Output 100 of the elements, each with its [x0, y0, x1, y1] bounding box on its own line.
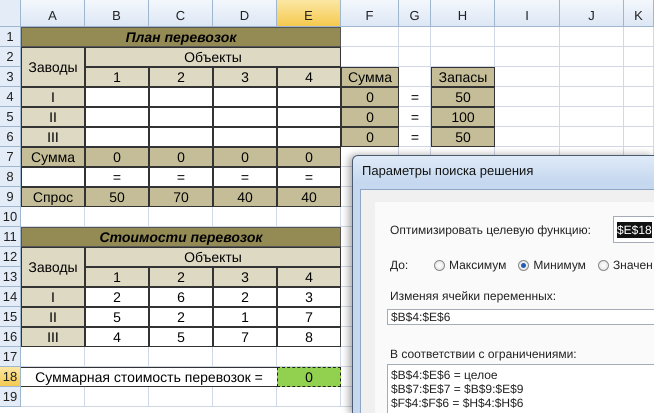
table-cell [213, 107, 277, 127]
radio-icon[interactable] [434, 260, 445, 270]
radio-option[interactable]: Минимум [518, 258, 586, 272]
row-header[interactable]: 19 [0, 387, 21, 407]
row-header[interactable]: 18 [0, 367, 21, 387]
table-cell: I [21, 87, 85, 107]
table-cell: 6 [149, 287, 213, 307]
row-header[interactable]: 11 [0, 227, 21, 247]
table-cell: 50 [431, 87, 495, 107]
radio-icon[interactable] [598, 260, 609, 270]
table-cell: 50 [85, 187, 149, 207]
input-field[interactable]: $E$18 [613, 216, 654, 243]
table-cell [277, 107, 341, 127]
table-cell: 2 [213, 287, 277, 307]
row-header[interactable]: 5 [0, 107, 21, 127]
table-cell: II [21, 107, 85, 127]
table-cell: Суммарная стоимость перевозок = [21, 367, 277, 387]
row-header[interactable]: 10 [0, 207, 21, 227]
column-header[interactable]: H [431, 0, 495, 27]
table-cell: 7 [213, 327, 277, 347]
table-cell: Заводы [21, 247, 85, 287]
row-header[interactable]: 13 [0, 267, 21, 287]
row-header[interactable]: 1 [0, 27, 21, 47]
row-header[interactable]: 16 [0, 327, 21, 347]
row-header[interactable]: 4 [0, 87, 21, 107]
table-cell [21, 167, 85, 187]
row-header[interactable]: 15 [0, 307, 21, 327]
column-header[interactable]: E [277, 0, 341, 27]
row-header[interactable]: 8 [0, 167, 21, 187]
table-title: Стоимости перевозок [21, 227, 341, 247]
column-header[interactable]: D [213, 0, 277, 27]
radio-option[interactable]: Значен [598, 258, 653, 272]
column-header[interactable]: B [85, 0, 149, 27]
table-cell [85, 87, 149, 107]
column-header[interactable]: F [341, 0, 399, 27]
row-header[interactable]: 6 [0, 127, 21, 147]
list-item[interactable]: $B$7:$E$7 = $B$9:$E$9 [391, 382, 654, 396]
table-cell: 50 [431, 127, 495, 147]
table-cell: 4 [85, 327, 149, 347]
table-cell: 2 [149, 267, 213, 287]
column-header[interactable]: A [21, 0, 85, 27]
table-cell: Сумма [21, 147, 85, 167]
table-cell: 8 [277, 327, 341, 347]
field-label: В соответствии с ограничениями: [389, 347, 578, 361]
table-cell-text: = [410, 108, 420, 127]
table-cell: 2 [149, 67, 213, 87]
field-label: До: [389, 258, 410, 272]
table-cell: III [21, 127, 85, 147]
table-cell: = [85, 167, 149, 187]
table-cell: Запасы [431, 67, 495, 87]
column-header[interactable]: I [495, 0, 560, 27]
column-header[interactable]: K [624, 0, 654, 27]
row-header[interactable]: 17 [0, 347, 21, 367]
table-cell: Объекты [85, 47, 341, 67]
radio-option[interactable]: Максимум [434, 258, 506, 272]
row-header[interactable]: 7 [0, 147, 21, 167]
table-cell: 4 [277, 67, 341, 87]
row-header[interactable]: 12 [0, 247, 21, 267]
table-cell: II [21, 307, 85, 327]
row-header[interactable]: 2 [0, 47, 21, 67]
table-cell: 3 [213, 67, 277, 87]
table-cell: 0 [341, 107, 399, 127]
table-cell: Объекты [85, 247, 341, 267]
table-cell: 1 [213, 307, 277, 327]
table-cell [277, 87, 341, 107]
result-cell: 0 [277, 367, 341, 387]
table-cell: 0 [149, 147, 213, 167]
table-cell: 4 [277, 267, 341, 287]
table-cell: III [21, 327, 85, 347]
table-cell: 2 [149, 307, 213, 327]
table-cell-text: = [410, 128, 420, 147]
list-item[interactable]: $B$4:$E$6 = целое [391, 368, 654, 382]
field-label: Оптимизировать целевую функцию: [389, 222, 592, 236]
radio-icon[interactable] [518, 260, 530, 270]
input-field[interactable]: $B$4:$E$6 [387, 309, 654, 325]
list-item[interactable]: $F$4:$F$6 = $H$4:$H$6 [391, 396, 654, 410]
column-header[interactable]: J [560, 0, 624, 27]
table-cell: 1 [85, 67, 149, 87]
row-header[interactable]: 14 [0, 287, 21, 307]
row-header[interactable]: 3 [0, 67, 21, 87]
table-cell: 2 [85, 287, 149, 307]
table-cell [149, 107, 213, 127]
select-all-button[interactable] [0, 0, 21, 27]
column-header[interactable]: C [149, 0, 213, 27]
table-cell: 3 [213, 267, 277, 287]
table-cell: 1 [85, 267, 149, 287]
table-cell [149, 87, 213, 107]
table-cell [85, 127, 149, 147]
table-cell: 5 [149, 327, 213, 347]
table-cell [85, 107, 149, 127]
table-cell [149, 127, 213, 147]
window-title: Параметры поиска решения [353, 156, 654, 184]
table-cell: 0 [341, 127, 399, 147]
constraints-list[interactable]: $B$4:$E$6 = целое $B$7:$E$7 = $B$9:$E$9 $F$4:$F$6 = $H$4:$H$6 [387, 364, 654, 413]
field-label: Изменяя ячейки переменных: [389, 289, 558, 303]
row-header[interactable]: 9 [0, 187, 21, 207]
table-cell: 40 [213, 187, 277, 207]
table-cell: 0 [85, 147, 149, 167]
table-cell [213, 127, 277, 147]
column-header[interactable]: G [399, 0, 431, 27]
